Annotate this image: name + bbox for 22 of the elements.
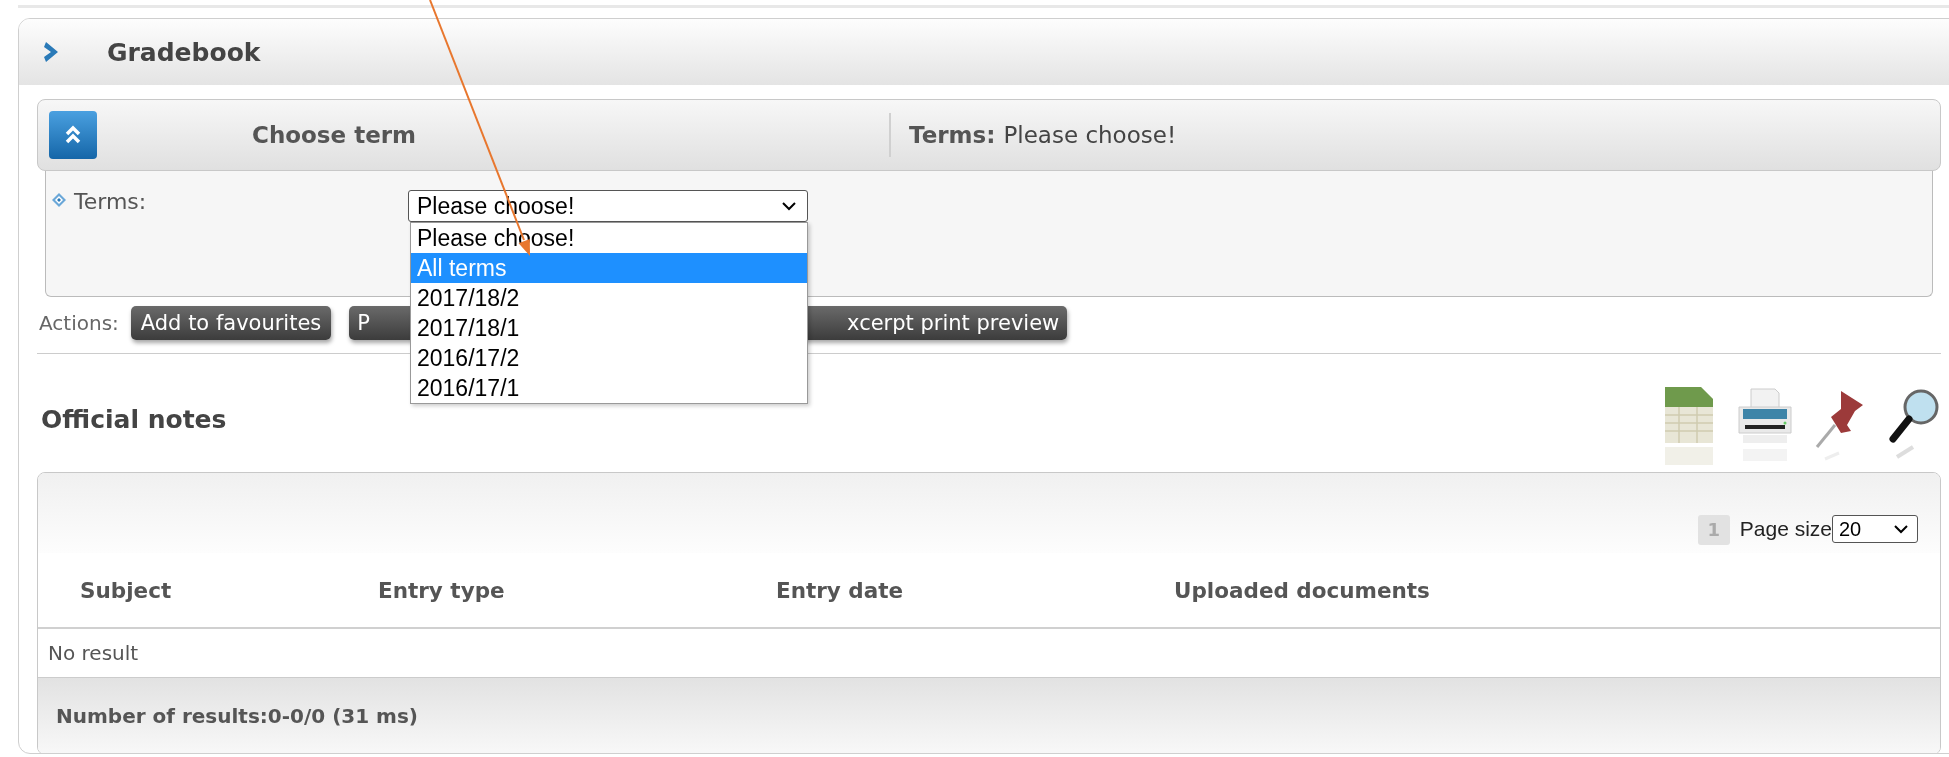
action-button[interactable]: Add to favourites <box>130 306 332 340</box>
bullet-icon <box>52 193 66 207</box>
page-size-label: Page size <box>1739 517 1832 541</box>
column-header[interactable]: Entry date <box>776 577 1174 603</box>
caret-icon <box>781 201 797 211</box>
caret-icon <box>1893 524 1909 534</box>
column-header[interactable]: Subject <box>80 577 378 603</box>
dropdown-option[interactable]: 2016/17/1 <box>411 373 807 403</box>
empty-message: No result <box>48 641 139 665</box>
column-header[interactable]: Uploaded documents <box>1174 577 1430 603</box>
panel-title: Gradebook <box>107 37 261 67</box>
page-size-select[interactable]: 20 <box>1832 515 1918 543</box>
summary-value: Please choose! <box>1003 122 1177 148</box>
actions-label: Actions: <box>39 311 119 335</box>
collapse-button[interactable] <box>49 111 97 159</box>
column-header[interactable]: Entry type <box>378 577 776 603</box>
dropdown-option[interactable]: 2016/17/2 <box>411 343 807 373</box>
section-title: Official notes <box>41 404 227 434</box>
field-label: Terms: <box>74 189 148 214</box>
summary-label: Terms: <box>909 122 996 148</box>
results-count: Number of results:0-0/0 (31 ms) <box>56 704 418 728</box>
filter-title: Choose term <box>251 122 418 148</box>
